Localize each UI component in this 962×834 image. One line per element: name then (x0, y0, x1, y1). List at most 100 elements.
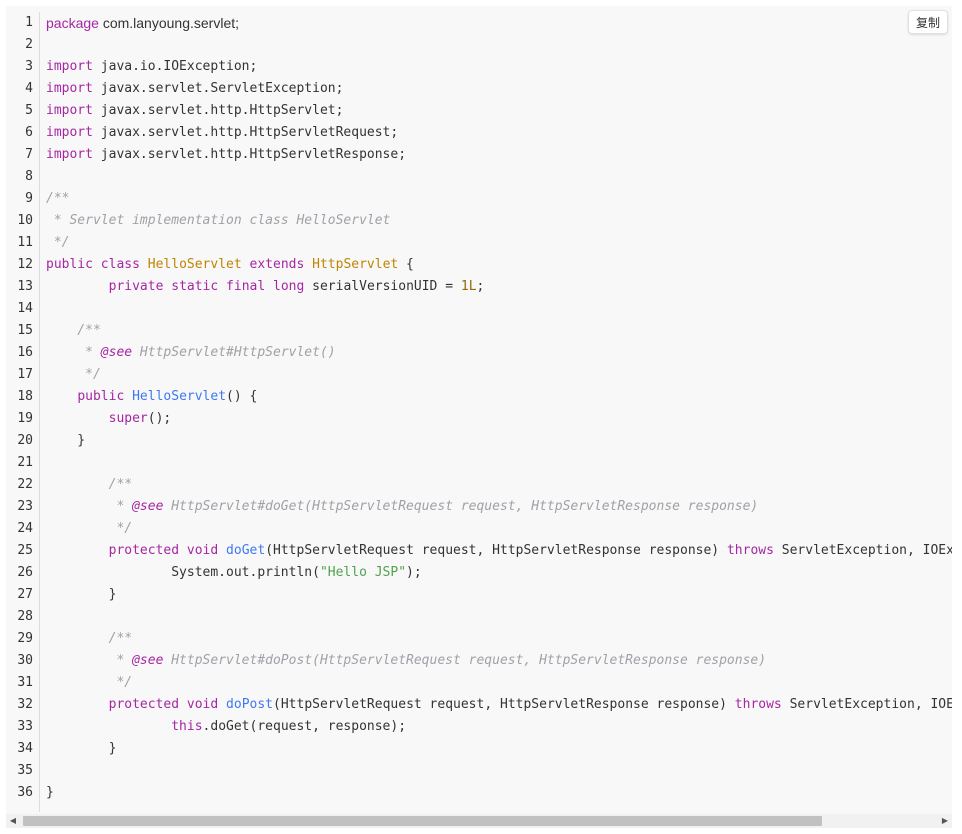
code-token: ServletException, IOExc (781, 697, 952, 712)
scroll-right-icon[interactable]: ▶ (938, 814, 952, 828)
code-token: ); (406, 565, 422, 580)
copy-button[interactable]: 复制 (908, 10, 948, 34)
code-line: import javax.servlet.http.HttpServlet; (46, 100, 952, 122)
code-token: */ (46, 675, 133, 690)
code-token: (); (147, 411, 172, 426)
code-token: { (398, 257, 414, 272)
line-number: 1 (25, 15, 33, 30)
code-token: void (186, 697, 219, 712)
code-token: /** (46, 477, 133, 492)
line-number: 24 (17, 521, 33, 536)
code-token: protected (108, 697, 180, 712)
code-token: javax.servlet.http.HttpServletRequest; (92, 125, 399, 140)
line-number: 18 (17, 389, 33, 404)
scroll-left-icon[interactable]: ◀ (6, 814, 20, 828)
code-token: doGet (226, 543, 266, 558)
code-line: } (46, 782, 952, 804)
code-token: */ (46, 367, 101, 382)
code-token: HttpServlet#doPost(HttpServletRequest re… (163, 653, 767, 668)
code-token: */ (46, 521, 133, 536)
code-token: java.io.IOException; (92, 59, 258, 74)
code-token: javax.servlet.http.HttpServletResponse; (92, 147, 407, 162)
code-token: @see (132, 653, 164, 668)
code-line: public HelloServlet() { (46, 386, 952, 408)
code-token: ; (476, 279, 485, 294)
code-line: package com.lanyoung.servlet; (46, 12, 952, 34)
line-number: 23 (17, 499, 33, 514)
code-token: import (46, 125, 93, 140)
code-token: class (100, 257, 140, 272)
code-token: System.out.println( (46, 565, 320, 580)
code-token: * Servlet implementation class HelloServ… (46, 213, 391, 228)
code-token: ServletException, IOExce (773, 543, 952, 558)
code-token: public (77, 389, 125, 404)
line-number: 3 (25, 59, 33, 74)
line-number: 14 (17, 301, 33, 316)
code-line: */ (46, 364, 952, 386)
code-token: } (46, 785, 54, 800)
code-line: * @see HttpServlet#doGet(HttpServletRequ… (46, 496, 952, 518)
scrollbar-thumb[interactable] (23, 816, 822, 826)
line-number: 26 (17, 565, 33, 580)
code-token: this (171, 719, 203, 734)
line-number: 25 (17, 543, 33, 558)
line-number: 30 (17, 653, 33, 668)
line-number: 2 (25, 37, 33, 52)
code-token: doPost (226, 697, 274, 712)
line-number: 27 (17, 587, 33, 602)
code-line: /** (46, 188, 952, 210)
code-token: HelloServlet (132, 389, 227, 404)
code-token: HttpServlet#HttpServlet() (132, 345, 336, 360)
code-token: static (171, 279, 219, 294)
code-token: @see (100, 345, 133, 360)
code-token: } (46, 587, 117, 602)
code-token: */ (46, 235, 70, 250)
code-token: throws (734, 697, 782, 712)
line-number: 36 (17, 785, 33, 800)
code-line: super(); (46, 408, 952, 430)
line-number: 6 (25, 125, 33, 140)
code-token: HelloServlet (147, 257, 242, 272)
horizontal-scrollbar[interactable]: ◀ ▶ (6, 814, 952, 828)
code-content: package com.lanyoung.servlet; import java… (46, 12, 952, 804)
line-number: 15 (17, 323, 33, 338)
code-token: (HttpServletRequest request, HttpServlet… (273, 697, 735, 712)
code-token: extends (249, 257, 305, 272)
line-number: 29 (17, 631, 33, 646)
line-number: 11 (17, 235, 33, 250)
code-token: () { (226, 389, 258, 404)
code-line: * @see HttpServlet#doPost(HttpServletReq… (46, 650, 952, 672)
code-token: * (46, 499, 133, 514)
code-line: /** (46, 320, 952, 342)
line-number: 16 (17, 345, 33, 360)
code-line: import javax.servlet.ServletException; (46, 78, 952, 100)
line-number: 17 (17, 367, 33, 382)
line-number: 4 (25, 81, 33, 96)
code-line: import javax.servlet.http.HttpServletRes… (46, 144, 952, 166)
code-token: private (108, 279, 164, 294)
code-token: super (108, 411, 148, 426)
line-number: 8 (25, 169, 33, 184)
code-line: private static final long serialVersionU… (46, 276, 952, 298)
code-token: .doGet(request, response); (202, 719, 407, 734)
line-number: 20 (17, 433, 33, 448)
code-token: } (46, 433, 86, 448)
line-number: 33 (17, 719, 33, 734)
